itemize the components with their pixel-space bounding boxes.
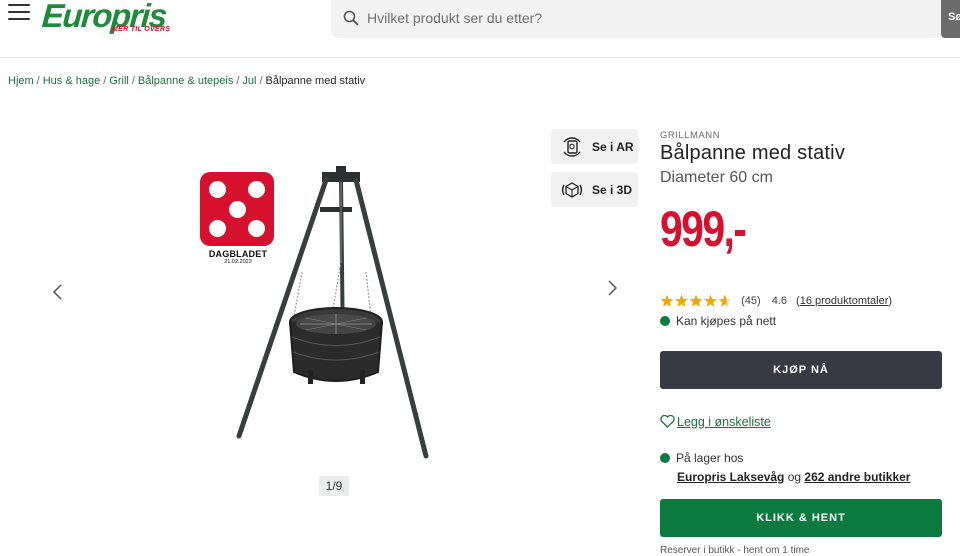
search-button[interactable]: Søk [941,0,960,38]
product-image[interactable] [228,162,458,462]
online-status-text: Kan kjøpes på nett [676,314,777,328]
online-availability: Kan kjøpes på nett [660,314,776,328]
star-rating-icon[interactable] [660,294,732,308]
cube-3d-icon [561,182,583,198]
ar-icon [563,137,581,157]
buy-now-button[interactable]: KJØP NÅ [660,351,942,389]
status-dot-icon [660,316,670,326]
view-in-ar-button[interactable]: Se i AR [551,129,638,164]
breadcrumb-separator: / [259,75,263,87]
3d-label: Se i 3D [592,183,633,197]
ar-label: Se i AR [592,140,634,154]
store-link[interactable]: Europris Laksevåg [677,470,784,484]
breadcrumb-balpanne-utepeis[interactable]: Bålpanne & utepeis [138,75,233,87]
status-dot-icon [660,453,670,463]
click-and-collect-button[interactable]: KLIKK & HENT [660,499,942,537]
product-brand[interactable]: GRILLMANN [660,130,720,141]
breadcrumb-jul[interactable]: Jul [242,75,256,87]
product-gallery: Se i AR Se i 3D DAGBLADET 21.02.2022 1/9 [40,110,640,510]
rating-average: 4.6 [771,295,787,307]
heart-icon [660,414,675,428]
breadcrumb-current: Bålpanne med stativ [265,75,366,87]
site-header: Europris MER TIL OVERS Søk [0,0,960,58]
breadcrumb-separator: / [236,75,240,87]
reviews-close-paren: ) [888,295,893,307]
wishlist-label: Legg i ønskeliste [677,415,771,429]
image-counter: 1/9 [319,476,349,496]
chevron-right-icon[interactable] [604,278,620,298]
hamburger-menu-icon[interactable] [8,4,30,22]
breadcrumb-home[interactable]: Hjem [8,75,34,87]
reviews-link[interactable]: 16 produktomtaler [800,295,889,307]
breadcrumb-grill[interactable]: Grill [109,75,129,87]
search-icon [343,10,359,26]
europris-logo[interactable]: Europris MER TIL OVERS [41,0,170,38]
other-stores-link[interactable]: 262 andre butikker [804,470,910,484]
stock-status-text: På lager hos [676,451,744,465]
breadcrumb-hus-hage[interactable]: Hus & hage [43,75,100,87]
product-subtitle: Diameter 60 cm [660,169,773,186]
add-to-wishlist-link[interactable]: Legg i ønskeliste [660,414,771,429]
chevron-left-icon[interactable] [50,282,66,302]
breadcrumb-separator: / [131,75,135,87]
stores-joiner: og [784,470,805,484]
store-stock-status: På lager hos [660,451,743,465]
product-rating: (45) 4.6 (16 produktomtaler) [660,294,892,308]
logo-tagline: MER TIL OVERS [112,26,171,33]
breadcrumb-separator: / [36,75,40,87]
product-title: Bålpanne med stativ [660,142,846,164]
breadcrumb-separator: / [103,75,107,87]
rating-count: (45) [741,295,761,307]
view-in-3d-button[interactable]: Se i 3D [551,172,638,207]
product-price: 999,- [660,201,747,257]
search-bar [331,0,941,38]
search-input[interactable] [367,0,927,36]
stock-stores: Europris Laksevåg og 262 andre butikker [677,470,910,484]
reserve-note: Reserver i butikk - hent om 1 time [660,545,810,556]
breadcrumb: Hjem / Hus & hage / Grill / Bålpanne & utepeis… [8,75,365,87]
